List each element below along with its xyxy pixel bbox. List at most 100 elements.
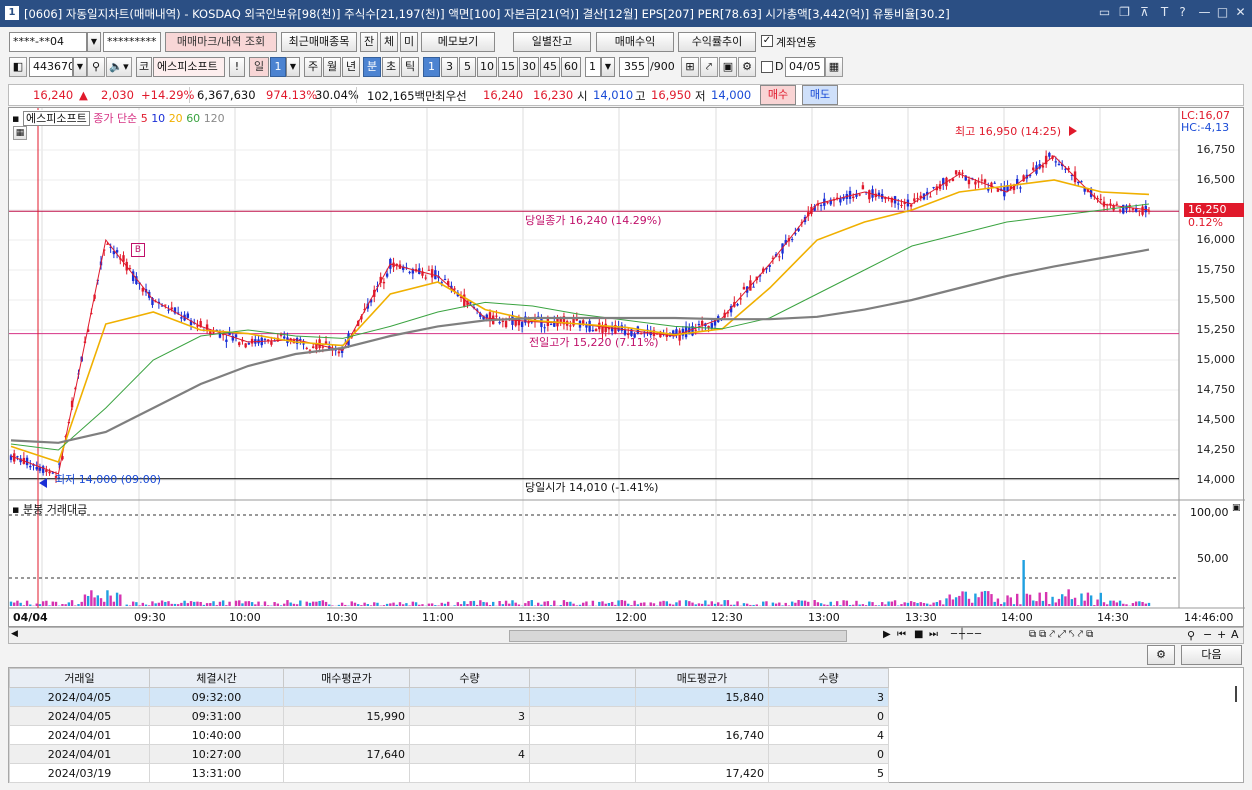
code-dropdown-icon[interactable]: ▼ <box>73 57 87 77</box>
candle-body <box>569 325 572 327</box>
executed-button[interactable]: 체 <box>380 32 398 52</box>
return-trend-button[interactable]: 수익률추이 <box>678 32 756 52</box>
period-second-button[interactable]: 초 <box>382 57 400 77</box>
table-cell: 0 <box>768 706 889 726</box>
table-row[interactable]: 2024/04/01 10:40:00 16,740 4 <box>9 725 889 745</box>
chart-canvas[interactable] <box>9 108 1245 628</box>
grid-settings-icon[interactable]: ⚙ <box>1147 645 1175 665</box>
minimize-tray-icon[interactable]: ▭ <box>1097 5 1112 20</box>
volume-close-icon[interactable]: ▣ <box>1232 503 1241 513</box>
period-tick-button[interactable]: 틱 <box>401 57 419 77</box>
settings-icon[interactable]: ⚙ <box>738 57 756 77</box>
draw-tool-icon[interactable]: ⤤ <box>700 57 718 77</box>
volume-bar <box>106 590 109 606</box>
minute-45-button[interactable]: 45 <box>540 57 560 77</box>
table-row[interactable]: 2024/04/01 10:27:00 17,640 4 0 <box>9 744 889 764</box>
recent-trades-button[interactable]: 최근매매종목 <box>281 32 357 52</box>
scroll-thumb[interactable] <box>509 630 847 642</box>
minute-30-button[interactable]: 30 <box>519 57 539 77</box>
trade-history-table[interactable]: 거래일 체결시간 매수평균가 수량 매도평균가 수량 2024/04/05 09:… <box>8 667 1244 783</box>
drawing-tools-icon[interactable]: ⧉⧉⤤⤢⤣⤤⧉ <box>1029 629 1096 640</box>
pin-icon[interactable]: ⊼ <box>1137 5 1152 20</box>
count-field[interactable]: 1 <box>585 57 601 77</box>
bars-field[interactable]: 355 <box>619 57 649 77</box>
stop-icon[interactable]: ■ <box>914 629 923 640</box>
chart-calc-icon[interactable]: ▦ <box>13 126 27 140</box>
rewind-icon[interactable]: ⏮ <box>897 629 906 640</box>
memo-button[interactable]: 메모보기 <box>421 32 495 52</box>
zoom-search-icon[interactable]: ⚲ <box>1187 629 1195 642</box>
volume-bar <box>125 604 128 606</box>
volume-bar <box>816 602 820 606</box>
period-week-button[interactable]: 주 <box>304 57 322 77</box>
scroll-right-icon[interactable]: ▶ <box>883 629 891 640</box>
maximize-icon[interactable]: □ <box>1215 5 1230 20</box>
restore-icon[interactable]: ❐ <box>1117 5 1132 20</box>
zoom-out-icon[interactable]: − <box>1203 628 1212 641</box>
password-field[interactable]: ********* <box>103 32 161 52</box>
table-row[interactable]: 2024/04/05 09:32:00 15,840 3 <box>9 687 889 707</box>
table-scroll-indicator[interactable] <box>1235 686 1237 702</box>
account-link-checkbox[interactable]: ✓ <box>761 35 773 47</box>
minute-1-button[interactable]: 1 <box>423 57 440 77</box>
table-row[interactable]: 2024/03/19 13:31:00 17,420 5 <box>9 763 889 783</box>
period-year-button[interactable]: 년 <box>342 57 360 77</box>
account-dropdown-icon[interactable]: ▼ <box>87 32 101 52</box>
minute-5-button[interactable]: 5 <box>459 57 476 77</box>
speaker-icon[interactable]: 🔈▾ <box>106 57 132 77</box>
save-icon[interactable]: ▣ <box>719 57 737 77</box>
warning-button[interactable]: ! <box>229 57 245 77</box>
period-num-field[interactable]: 1 <box>270 57 286 77</box>
buy-marker[interactable]: B <box>131 243 145 257</box>
font-icon[interactable]: T <box>1157 5 1172 20</box>
x-tick-label: 14:46:00 <box>1184 611 1234 624</box>
chart-scrollbar[interactable]: ◀ ▶ ⏮ ■ ⏭ ─┼── ⧉⧉⤤⤢⤣⤤⧉ ⚲ − + A <box>8 627 1244 644</box>
minute-15-button[interactable]: 15 <box>498 57 518 77</box>
sell-button[interactable]: 매도 <box>802 85 838 105</box>
next-button[interactable]: 다음 <box>1181 645 1242 665</box>
candle-body <box>980 179 984 181</box>
buy-button[interactable]: 매수 <box>760 85 796 105</box>
period-minute-button[interactable]: 분 <box>363 57 381 77</box>
date-checkbox[interactable] <box>761 61 773 73</box>
chart-type-icon[interactable]: ◧ <box>9 57 27 77</box>
volume-marker: ▪ <box>12 503 20 516</box>
close-icon[interactable]: ✕ <box>1233 5 1248 20</box>
volume-bar <box>848 604 852 606</box>
date-field[interactable]: 04/05 <box>785 57 825 77</box>
price-chart[interactable]: ▪ 에스피소프트 종가 단순 5 10 20 60 120 ▦ LC:16,07… <box>8 107 1245 628</box>
daily-balance-button[interactable]: 일별잔고 <box>513 32 591 52</box>
minimize-icon[interactable]: — <box>1197 5 1212 20</box>
legend-ma120: 120 <box>203 112 225 125</box>
zoom-slider[interactable]: ─┼── <box>951 629 983 640</box>
minute-60-button[interactable]: 60 <box>561 57 581 77</box>
scroll-left-icon[interactable]: ◀ <box>11 629 18 639</box>
table-cell <box>529 687 636 707</box>
trade-profit-button[interactable]: 매매수익 <box>596 32 674 52</box>
balance-button[interactable]: 잔 <box>360 32 378 52</box>
text-tool-icon[interactable]: A <box>1231 628 1239 641</box>
help-icon[interactable]: ? <box>1175 5 1190 20</box>
table-row[interactable]: 2024/04/05 09:31:00 15,990 3 0 <box>9 706 889 726</box>
volume-bar <box>813 600 816 606</box>
volume-bar <box>511 600 514 606</box>
minute-3-button[interactable]: 3 <box>441 57 458 77</box>
forward-icon[interactable]: ⏭ <box>929 629 938 640</box>
minute-10-button[interactable]: 10 <box>477 57 497 77</box>
search-icon[interactable]: ⚲ <box>87 57 105 77</box>
unfilled-button[interactable]: 미 <box>400 32 418 52</box>
account-field[interactable]: ****-**04 <box>9 32 87 52</box>
period-day-button[interactable]: 일 <box>249 57 269 77</box>
volume-bar <box>385 603 389 606</box>
volume-bar <box>983 590 987 606</box>
trade-mark-button[interactable]: 매매마크/내역 조회 <box>165 32 277 52</box>
calendar-icon[interactable]: ▦ <box>825 57 843 77</box>
count-dropdown-icon[interactable]: ▼ <box>601 57 615 77</box>
stock-name-field[interactable]: 에스피소프트 <box>153 57 225 77</box>
stock-code-field[interactable]: 443670 <box>29 57 73 77</box>
indicator-icon[interactable]: ⊞ <box>681 57 699 77</box>
zoom-in-icon[interactable]: + <box>1217 628 1226 641</box>
candle-body <box>443 279 447 281</box>
period-month-button[interactable]: 월 <box>323 57 341 77</box>
period-dropdown-icon[interactable]: ▼ <box>286 57 300 77</box>
